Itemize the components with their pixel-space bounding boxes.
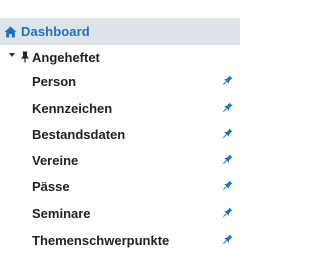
pin-icon[interactable]: [221, 154, 233, 166]
sidebar-nav: Dashboard Angeheftet Person Kennzeichen: [0, 0, 256, 257]
nav-item-dashboard[interactable]: Dashboard: [0, 18, 240, 45]
pinned-item-label: Vereine: [32, 152, 79, 168]
pinned-item-kennzeichen[interactable]: Kennzeichen: [0, 95, 240, 121]
pin-icon[interactable]: [221, 128, 233, 140]
pin-icon[interactable]: [221, 75, 233, 87]
pin-icon[interactable]: [221, 234, 233, 246]
pinned-item-label: Person: [32, 73, 77, 89]
pinned-item-seminare[interactable]: Seminare: [0, 200, 240, 226]
pinned-item-themenschwerpunkte[interactable]: Themenschwerpunkte: [0, 227, 240, 253]
pinned-item-paesse[interactable]: Pässe: [0, 173, 240, 199]
pinned-item-person[interactable]: Person: [0, 68, 240, 94]
home-icon: [4, 26, 17, 37]
pinned-group-label: Angeheftet: [32, 49, 100, 65]
pinned-item-vereine[interactable]: Vereine: [0, 147, 240, 173]
dashboard-label: Dashboard: [21, 24, 90, 39]
pinned-item-label: Seminare: [32, 205, 91, 221]
pin-icon[interactable]: [221, 180, 233, 192]
pin-icon[interactable]: [221, 207, 233, 219]
pin-icon[interactable]: [221, 102, 233, 114]
pin-icon: [21, 51, 29, 63]
pinned-item-bestandsdaten[interactable]: Bestandsdaten: [0, 121, 240, 147]
pinned-item-label: Pässe: [32, 178, 70, 194]
pinned-item-label: Themenschwerpunkte: [32, 232, 170, 248]
pinned-item-label: Bestandsdaten: [32, 126, 126, 142]
caret-down-icon: [9, 53, 15, 57]
pinned-group-header[interactable]: Angeheftet: [0, 47, 100, 67]
pinned-item-label: Kennzeichen: [32, 100, 113, 116]
